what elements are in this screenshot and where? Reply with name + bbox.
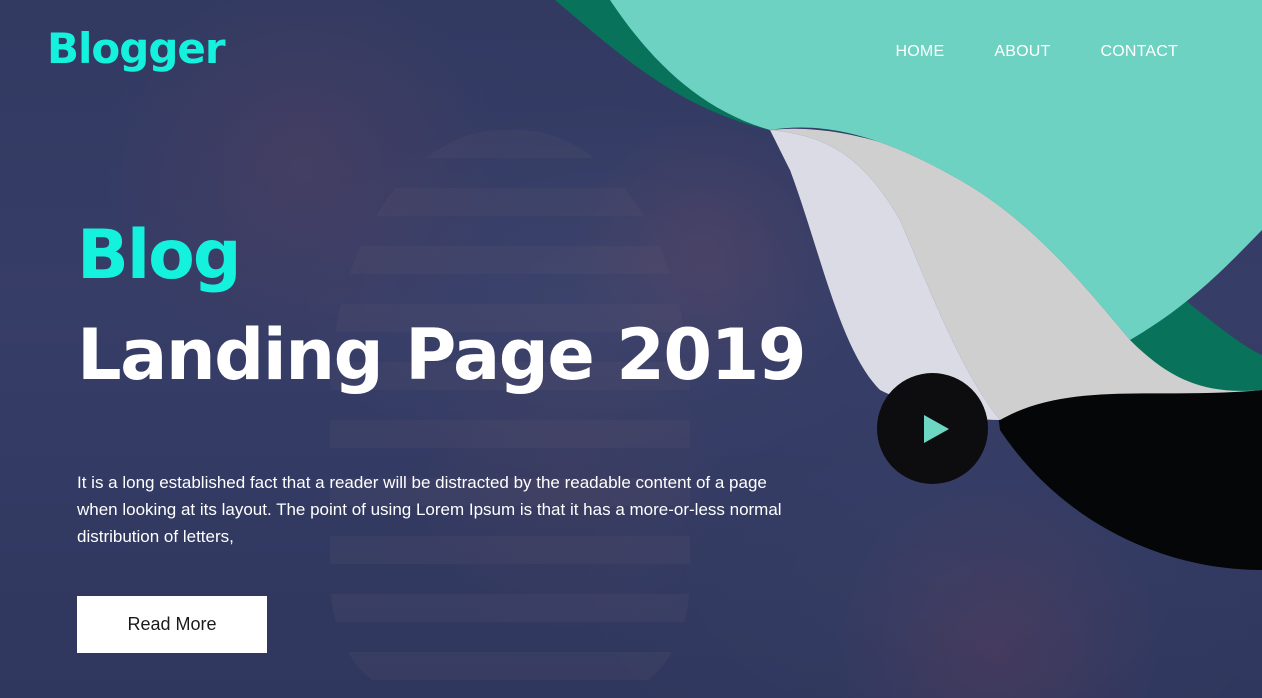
play-button[interactable] xyxy=(877,373,988,484)
hero-content: Blog Landing Page 2019 It is a long esta… xyxy=(77,222,837,550)
read-more-button[interactable]: Read More xyxy=(77,596,267,653)
site-logo[interactable]: Blogger xyxy=(47,28,226,70)
main-nav: HOME ABOUT CONTACT xyxy=(896,44,1178,60)
nav-contact-link[interactable]: CONTACT xyxy=(1100,44,1178,60)
hero-title: Landing Page 2019 xyxy=(77,314,807,396)
hero-description: It is a long established fact that a rea… xyxy=(77,473,782,547)
hero-subtitle: Blog xyxy=(77,216,242,295)
nav-home-link[interactable]: HOME xyxy=(896,44,945,60)
nav-about-link[interactable]: ABOUT xyxy=(994,44,1050,60)
site-header: Blogger HOME ABOUT CONTACT xyxy=(0,0,1262,100)
play-icon xyxy=(924,415,949,443)
